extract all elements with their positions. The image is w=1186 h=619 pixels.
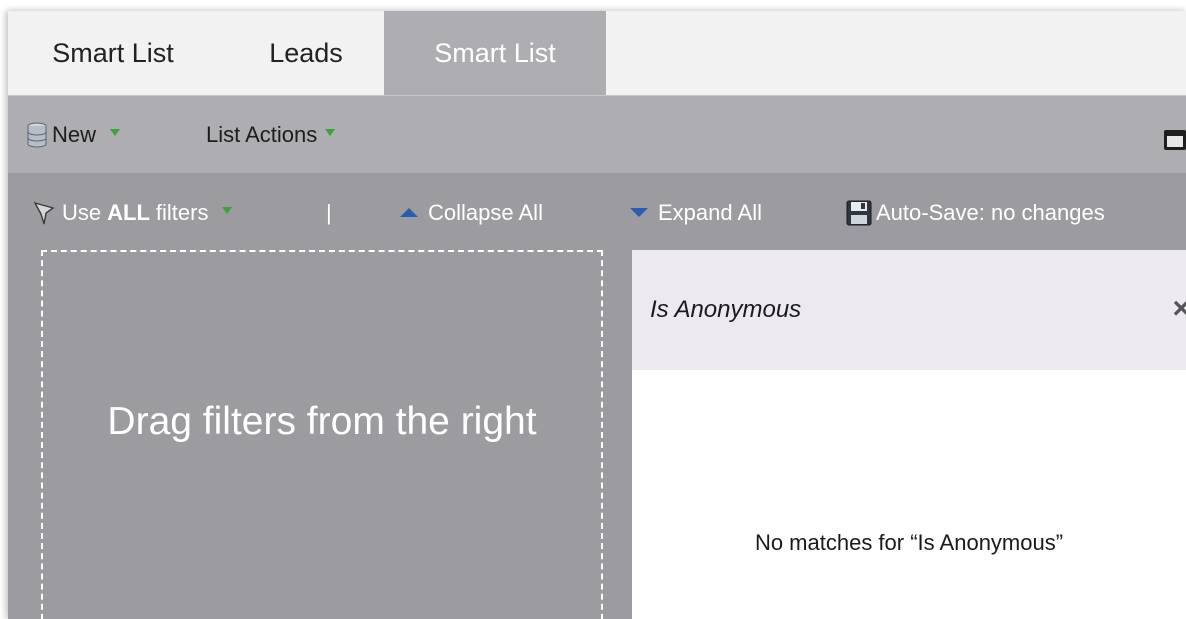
toolbar-separator: | bbox=[326, 200, 332, 225]
main-toolbar: New List Actions bbox=[8, 95, 1186, 173]
filters-label: filters bbox=[155, 200, 209, 225]
expand-all-button[interactable]: Expand All bbox=[630, 173, 762, 253]
filter-search-header: Is Anonymous × bbox=[632, 250, 1186, 370]
drop-hint: Drag filters from the right bbox=[107, 400, 537, 443]
autosave-label: Auto-Save: no changes bbox=[876, 200, 1105, 225]
smart-list-panel: Smart List Leads Smart List New List Act… bbox=[8, 11, 1186, 619]
tab-label: Smart List bbox=[52, 37, 174, 68]
tab-leads[interactable]: Leads bbox=[228, 11, 384, 95]
floppy-save-icon bbox=[846, 200, 872, 226]
caret-down-green-icon bbox=[222, 206, 233, 214]
tab-label: Leads bbox=[269, 37, 343, 68]
collapse-all-button[interactable]: Collapse All bbox=[400, 173, 543, 253]
expand-all-label: Expand All bbox=[658, 200, 762, 225]
use-label: Use bbox=[62, 200, 102, 225]
filter-toolbar: Use ALL filters | Collapse All Expand Al… bbox=[8, 173, 1186, 253]
filter-funnel-icon bbox=[33, 201, 55, 225]
triangle-up-icon bbox=[400, 207, 418, 217]
list-actions-label: List Actions bbox=[206, 122, 318, 147]
app-frame: Smart List Leads Smart List New List Act… bbox=[0, 0, 1186, 619]
autosave-status: Auto-Save: no changes bbox=[846, 173, 1105, 253]
close-icon[interactable]: × bbox=[1172, 292, 1186, 326]
tab-bar: Smart List Leads Smart List bbox=[8, 11, 1186, 95]
filter-drop-zone[interactable]: Drag filters from the right bbox=[41, 250, 603, 619]
database-icon bbox=[27, 122, 47, 148]
filter-search-panel: Is Anonymous × No matches for “Is Anonym… bbox=[632, 250, 1186, 619]
caret-down-green-icon bbox=[325, 128, 336, 136]
use-all-filters-dropdown[interactable]: Use ALL filters bbox=[32, 173, 233, 253]
collapse-all-label: Collapse All bbox=[428, 200, 543, 225]
caret-down-green-icon bbox=[110, 128, 121, 136]
window-icon[interactable] bbox=[1164, 130, 1186, 150]
list-actions-button[interactable]: List Actions bbox=[206, 96, 336, 174]
tab-label: Smart List bbox=[434, 37, 556, 68]
tab-smart-list-active[interactable]: Smart List bbox=[384, 11, 606, 95]
tab-smart-list[interactable]: Smart List bbox=[22, 11, 204, 95]
use-all-label: ALL bbox=[107, 200, 150, 225]
triangle-down-icon bbox=[630, 207, 648, 217]
new-label: New bbox=[52, 122, 97, 147]
new-button[interactable]: New bbox=[26, 96, 121, 174]
filter-search-input[interactable]: Is Anonymous bbox=[650, 250, 801, 370]
no-matches-message: No matches for “Is Anonymous” bbox=[754, 530, 1064, 555]
